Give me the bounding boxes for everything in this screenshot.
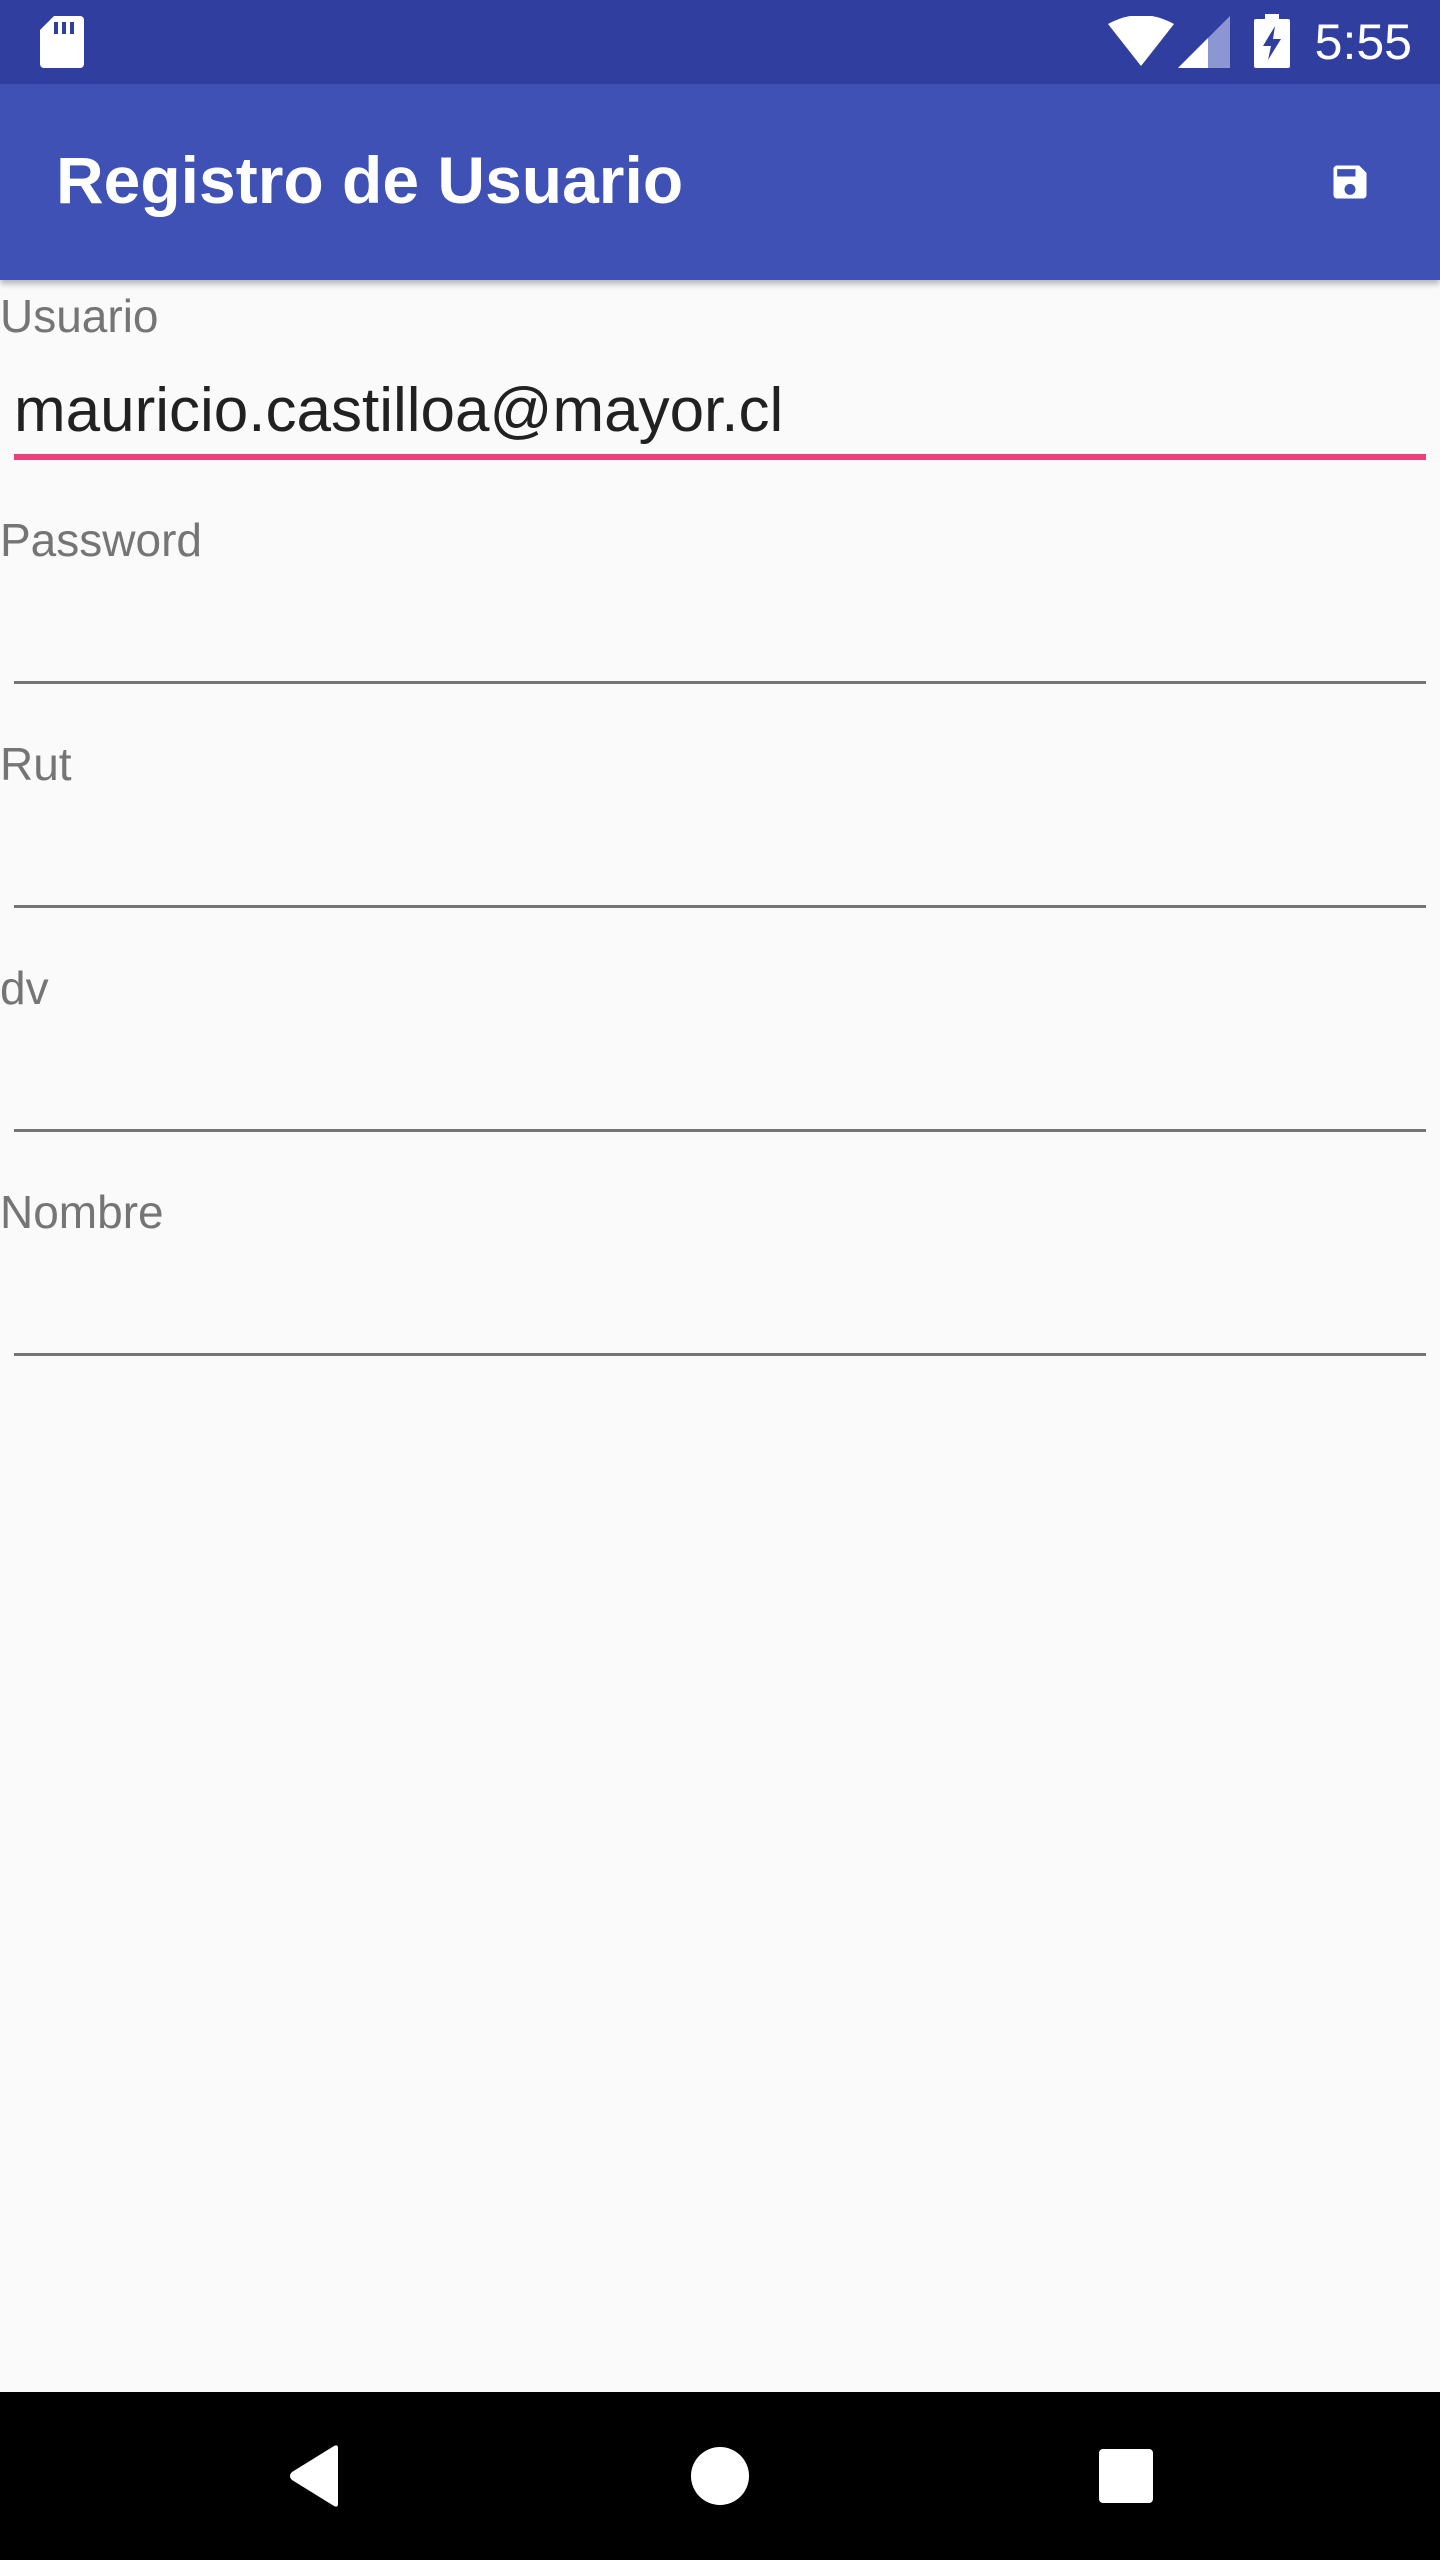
usuario-field: Usuario bbox=[0, 280, 1440, 504]
save-icon bbox=[1333, 165, 1367, 199]
app-bar: Registro de Usuario bbox=[0, 84, 1440, 280]
page-title: Registro de Usuario bbox=[56, 143, 684, 217]
sd-card-icon bbox=[40, 16, 84, 68]
rut-field: Rut bbox=[0, 728, 1440, 952]
wifi-icon bbox=[1108, 16, 1174, 66]
usuario-input[interactable] bbox=[14, 366, 1426, 460]
home-button[interactable] bbox=[672, 2428, 768, 2524]
home-icon bbox=[691, 2447, 749, 2505]
password-input[interactable] bbox=[14, 590, 1426, 684]
status-time: 5:55 bbox=[1314, 14, 1412, 70]
nombre-input[interactable] bbox=[14, 1262, 1426, 1356]
status-bar: 5:55 bbox=[0, 0, 1440, 84]
usuario-label: Usuario bbox=[0, 290, 159, 342]
nombre-label: Nombre bbox=[0, 1186, 164, 1238]
recents-icon bbox=[1099, 2449, 1153, 2503]
password-field: Password bbox=[0, 504, 1440, 728]
cell-signal-icon bbox=[1178, 16, 1230, 68]
rut-label: Rut bbox=[0, 738, 72, 790]
dv-label: dv bbox=[0, 962, 49, 1014]
dv-input[interactable] bbox=[14, 1038, 1426, 1132]
recents-button[interactable] bbox=[1078, 2428, 1174, 2524]
back-icon bbox=[290, 2445, 338, 2507]
password-label: Password bbox=[0, 514, 202, 566]
battery-charging-icon bbox=[1254, 14, 1290, 68]
nombre-field: Nombre bbox=[0, 1176, 1440, 1400]
dv-field: dv bbox=[0, 952, 1440, 1176]
navigation-bar bbox=[0, 2392, 1440, 2560]
save-button[interactable] bbox=[1302, 134, 1398, 230]
back-button[interactable] bbox=[268, 2428, 364, 2524]
rut-input[interactable] bbox=[14, 814, 1426, 908]
